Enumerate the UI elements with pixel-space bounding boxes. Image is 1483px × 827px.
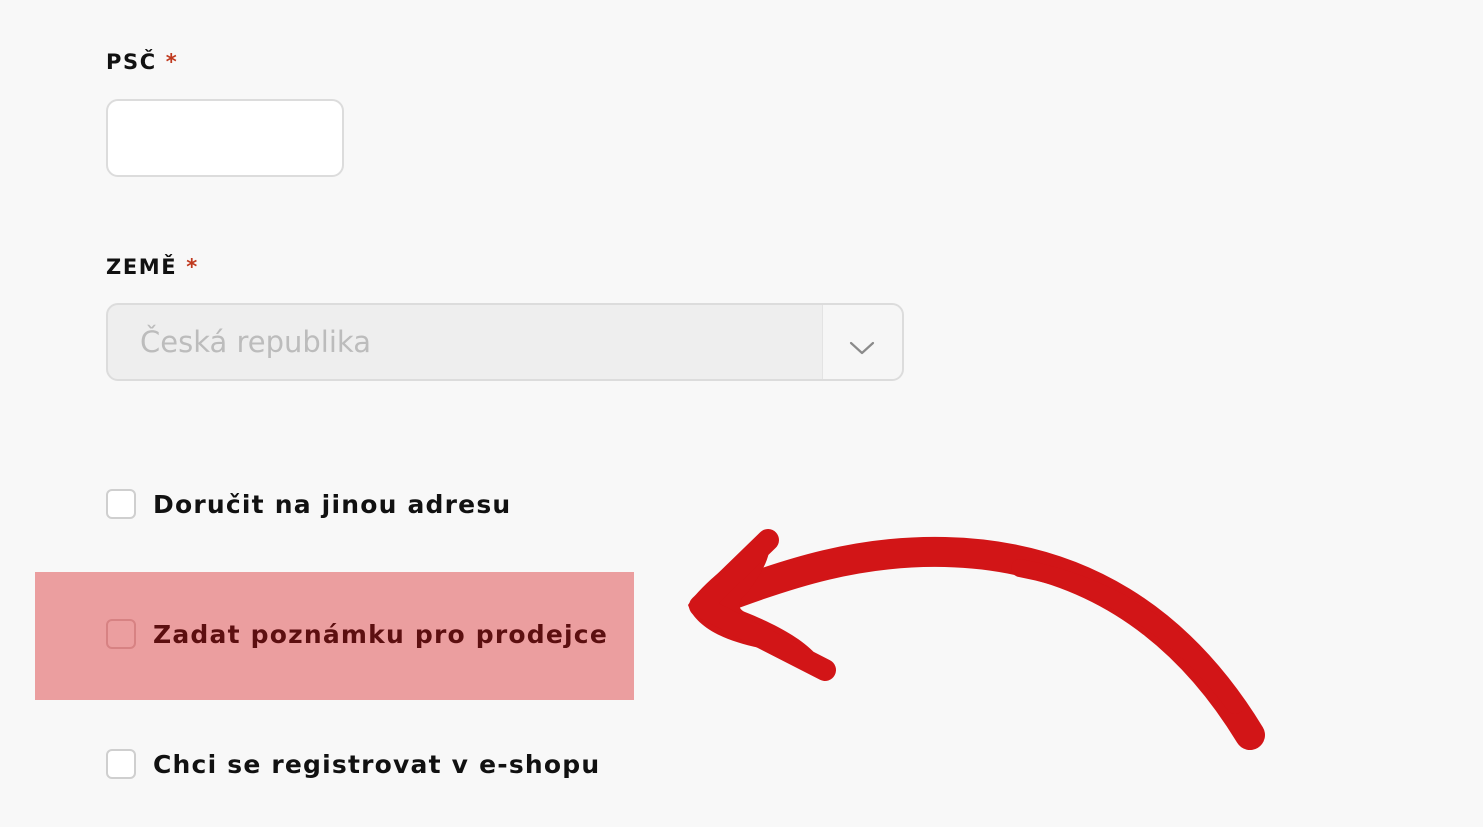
required-asterisk: * <box>165 50 179 74</box>
country-select[interactable]: Česká republika <box>106 303 904 381</box>
checkbox-label-register: Chci se registrovat v e-shopu <box>153 749 601 779</box>
highlight-box: Zadat poznámku pro prodejce <box>35 572 634 700</box>
checkbox-row-alt-address[interactable]: Doručit na jinou adresu <box>106 488 511 520</box>
checkbox-label-seller-note: Zadat poznámku pro prodejce <box>153 619 608 649</box>
checkbox-label-alt-address: Doručit na jinou adresu <box>153 489 512 519</box>
country-select-toggle[interactable] <box>822 305 902 379</box>
checkbox-row-register[interactable]: Chci se registrovat v e-shopu <box>106 748 600 780</box>
checkbox-row-seller-note[interactable]: Zadat poznámku pro prodejce <box>106 618 608 650</box>
checkbox-seller-note[interactable] <box>106 619 136 649</box>
zip-label-text: PSČ <box>106 50 157 74</box>
country-label: ZEMĚ * <box>106 255 199 279</box>
country-label-text: ZEMĚ <box>106 255 178 279</box>
chevron-down-icon <box>849 341 875 355</box>
zip-input[interactable] <box>106 99 344 177</box>
zip-label: PSČ * <box>106 50 178 74</box>
required-asterisk: * <box>186 255 199 279</box>
checkbox-register[interactable] <box>106 749 136 779</box>
checkbox-alt-address[interactable] <box>106 489 136 519</box>
country-select-value: Česká republika <box>140 325 371 359</box>
